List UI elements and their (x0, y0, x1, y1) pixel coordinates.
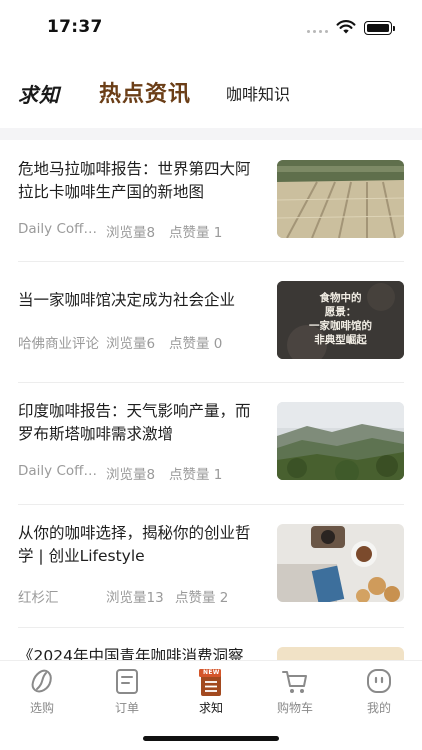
page-title: 求知 (18, 83, 60, 107)
thumbnail-text-line: 一家咖啡馆的 (309, 320, 372, 332)
tab-label: 选购 (29, 701, 54, 715)
list-item[interactable]: 印度咖啡报告：天气影响产量，而罗布斯塔咖啡需求激增 Daily Coffee N… (18, 382, 404, 504)
header-divider (0, 128, 422, 140)
article-source: 哈佛商业评论 (18, 336, 99, 352)
home-indicator (143, 736, 279, 741)
tab-profile[interactable]: 我的 (349, 665, 409, 717)
article-thumbnail (277, 402, 404, 480)
shopping-cart-icon (281, 667, 309, 695)
status-bar: 17:37 (0, 0, 422, 56)
tab-label: 我的 (366, 701, 391, 715)
article-thumbnail (277, 160, 404, 238)
article-meta: 哈佛商业评论 浏览量6 点赞量 0 (18, 332, 262, 352)
tab-hot-news[interactable]: 热点资讯 (99, 76, 191, 108)
article-views: 浏览量6 (106, 336, 156, 352)
article-source: Daily Coffee News (18, 221, 100, 237)
article-title: 危地马拉咖啡报告：世界第四大阿拉比卡咖啡生产国的新地图 (18, 160, 251, 201)
article-thumbnail (277, 647, 404, 660)
article-feed[interactable]: 危地马拉咖啡报告：世界第四大阿拉比卡咖啡生产国的新地图 Daily Coffee… (0, 140, 422, 660)
tab-shop[interactable]: 选购 (12, 665, 72, 717)
status-time: 17:37 (47, 17, 103, 37)
new-badge: NEW (203, 669, 220, 676)
list-item[interactable]: 从你的咖啡选择，揭秘你的创业哲学 | 创业Lifestyle 红杉汇 浏览量13… (18, 504, 404, 626)
article-meta: Daily Coffee News 浏览量8 点赞量 1 (18, 221, 262, 241)
article-likes: 点赞量 0 (169, 336, 223, 352)
article-meta: 红杉汇 浏览量13 点赞量 2 (18, 586, 262, 606)
list-item[interactable]: 《2024年中国青年咖啡消费洞察 (18, 627, 404, 660)
list-item[interactable]: 当一家咖啡馆决定成为社会企业 哈佛商业评论 浏览量6 点赞量 0 食物中的 愿景… (18, 261, 404, 383)
tab-label: 购物车 (276, 701, 313, 715)
news-icon: NEW (197, 667, 225, 696)
article-likes: 点赞量 2 (175, 590, 229, 606)
order-list-icon (113, 667, 141, 695)
profile-face-icon (365, 667, 393, 695)
article-views: 浏览量13 (106, 590, 164, 606)
tab-coffee-knowledge[interactable]: 咖啡知识 (226, 81, 290, 105)
article-source: Daily Coffee News (18, 463, 100, 479)
article-likes: 点赞量 1 (169, 225, 223, 241)
thumbnail-text-line: 非典型崛起 (314, 334, 367, 346)
article-title: 从你的咖啡选择，揭秘你的创业哲学 | 创业Lifestyle (18, 524, 251, 565)
article-title: 《2024年中国青年咖啡消费洞察 (18, 647, 244, 660)
article-thumbnail: 食物中的 愿景： 一家咖啡馆的 非典型崛起 (277, 281, 404, 359)
wifi-icon (336, 19, 356, 39)
article-likes: 点赞量 1 (169, 467, 223, 483)
article-views: 浏览量8 (106, 467, 156, 483)
page-header: 求知 热点资讯 咖啡知识 (0, 56, 422, 128)
article-views: 浏览量8 (106, 225, 156, 241)
article-meta: Daily Coffee News 浏览量8 点赞量 1 (18, 463, 262, 483)
article-thumbnail (277, 524, 404, 602)
coffee-bean-icon (28, 667, 56, 695)
thumbnail-text-line: 食物中的 (319, 292, 362, 304)
thumbnail-text-line: 愿景： (324, 306, 357, 318)
article-source: 红杉汇 (18, 590, 59, 606)
tab-label: 订单 (114, 701, 139, 715)
tab-cart[interactable]: 购物车 (265, 665, 325, 717)
tab-knowledge[interactable]: NEW 求知 (181, 665, 241, 717)
article-title: 当一家咖啡馆决定成为社会企业 (18, 291, 236, 309)
battery-icon (364, 21, 395, 35)
tab-label: 求知 (198, 701, 223, 715)
article-title: 印度咖啡报告：天气影响产量，而罗布斯塔咖啡需求激增 (18, 402, 251, 443)
list-item[interactable]: 危地马拉咖啡报告：世界第四大阿拉比卡咖啡生产国的新地图 Daily Coffee… (18, 140, 404, 262)
signal-dots-icon (307, 30, 329, 34)
tab-orders[interactable]: 订单 (97, 665, 157, 717)
